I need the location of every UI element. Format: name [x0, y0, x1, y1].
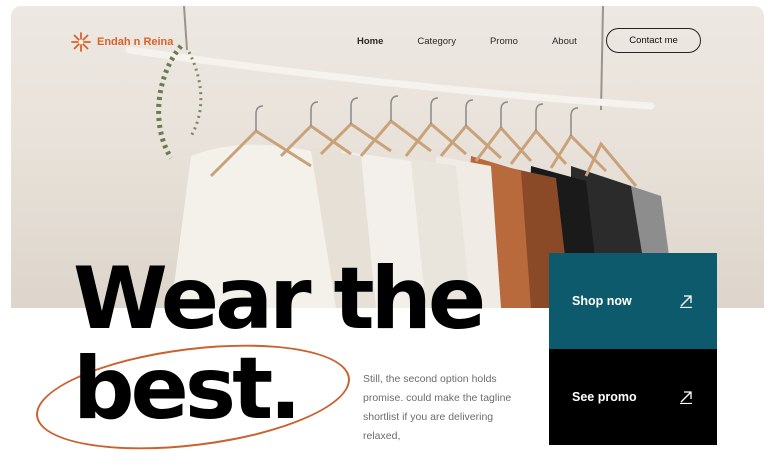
- brand-name: Endah n Reina: [97, 36, 174, 48]
- see-promo-label: See promo: [572, 390, 637, 404]
- arrow-up-right-icon: [679, 390, 693, 405]
- page-frame: Endah n Reina Home Category Promo About …: [11, 6, 764, 467]
- hero-description: Still, the second option holds promise. …: [363, 373, 512, 442]
- nav-item-category[interactable]: Category: [417, 36, 456, 47]
- see-promo-button[interactable]: See promo: [549, 349, 717, 445]
- arrow-up-right-icon: [679, 294, 693, 309]
- nav-item-promo[interactable]: Promo: [490, 36, 518, 47]
- sunburst-logo-icon: [71, 32, 91, 52]
- contact-me-button[interactable]: Contact me: [606, 28, 701, 53]
- headline-line1: Wear the: [73, 249, 486, 349]
- shop-now-label: Shop now: [572, 294, 632, 308]
- shop-now-button[interactable]: Shop now: [549, 253, 717, 349]
- headline-line2: best.: [73, 339, 302, 439]
- brand-logo[interactable]: Endah n Reina: [71, 32, 173, 52]
- main-nav: Home Category Promo About: [357, 36, 577, 47]
- nav-item-home[interactable]: Home: [357, 36, 383, 47]
- nav-item-about[interactable]: About: [552, 36, 577, 47]
